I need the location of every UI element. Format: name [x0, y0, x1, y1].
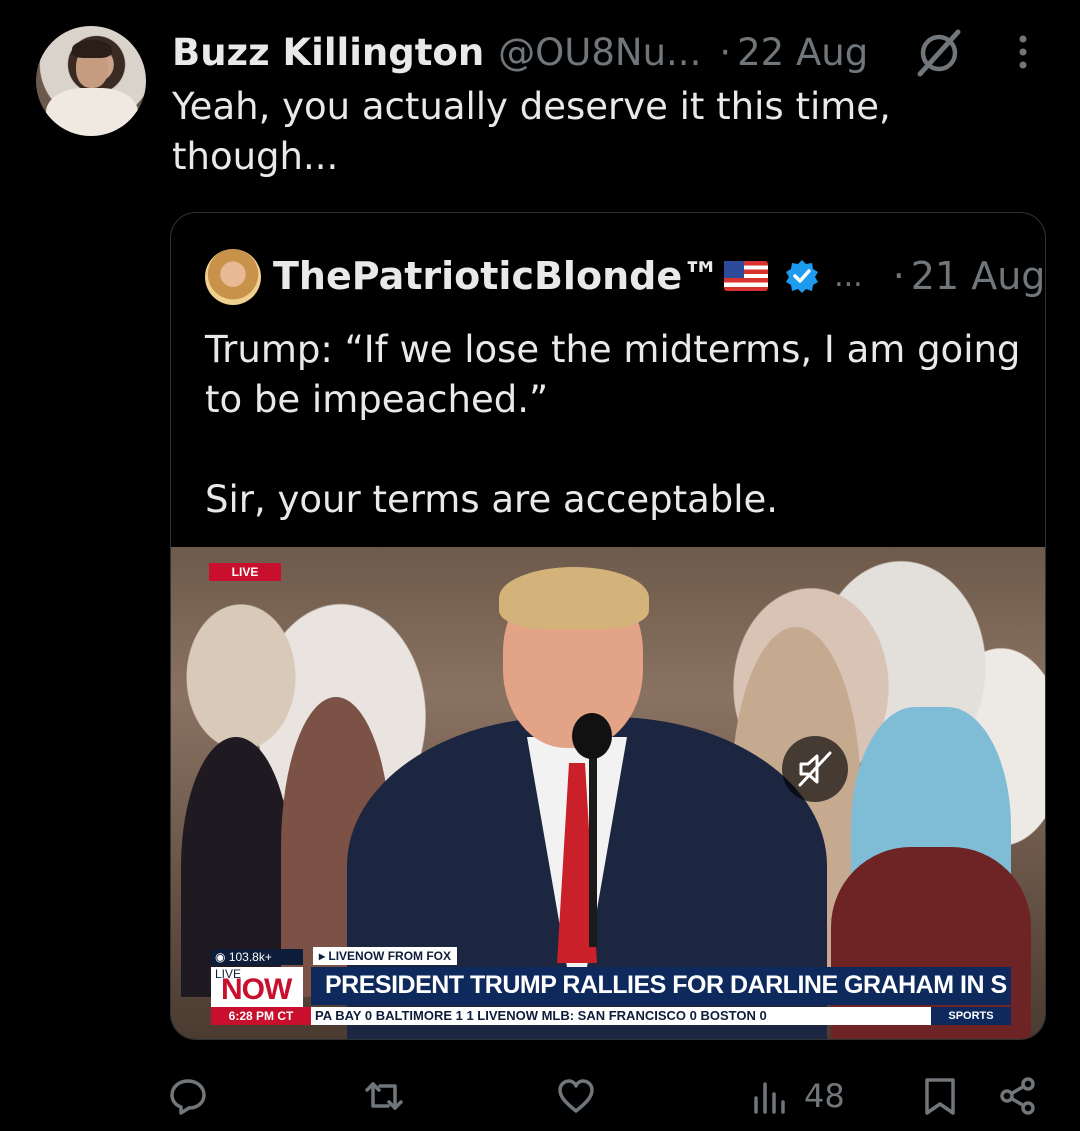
avatar-shirt — [46, 88, 138, 136]
quoted-name-ellipsis: ... — [834, 258, 863, 294]
speaker-hair — [499, 567, 649, 629]
quoted-tweet-header: ThePatrioticBlonde™ ... · 21 Aug — [273, 251, 1045, 301]
quoted-video[interactable]: LIVE ◉ 103.8k+ ▸ LIVENOW FROM FOX LIVE N… — [171, 547, 1045, 1039]
share-button[interactable] — [998, 1066, 1038, 1126]
us-flag-icon — [724, 261, 769, 291]
tweet-action-bar: 48 — [0, 1066, 1080, 1126]
reply-button[interactable] — [168, 1066, 222, 1126]
headline-bar: PRESIDENT TRUMP RALLIES FOR DARLINE GRAH… — [311, 967, 1011, 1005]
muted-speaker-icon — [798, 751, 832, 787]
retweet-icon — [365, 1082, 403, 1110]
viewer-count: ◉ 103.8k+ — [211, 949, 303, 965]
quoted-author-avatar[interactable] — [205, 249, 261, 305]
tweet-date[interactable]: 22 Aug — [737, 31, 868, 74]
microphone-icon — [572, 713, 612, 759]
broadcast-time: 6:28 PM CT — [211, 1007, 311, 1025]
analytics-icon — [754, 1082, 785, 1114]
share-icon — [1000, 1077, 1035, 1115]
sports-label: SPORTS — [931, 1007, 1011, 1025]
livenow-logo: LIVE NOW — [211, 967, 303, 1007]
news-headline: PRESIDENT TRUMP RALLIES FOR DARLINE GRAH… — [325, 971, 1007, 999]
reply-icon — [170, 1079, 206, 1115]
quoted-tweet-date[interactable]: 21 Aug — [911, 254, 1045, 298]
bookmark-button[interactable] — [920, 1066, 960, 1126]
quoted-author-name[interactable]: ThePatrioticBlonde™ — [273, 254, 720, 298]
separator-dot: · — [892, 254, 905, 298]
source-label-text: LIVENOW FROM FOX — [328, 949, 452, 963]
verified-badge-icon — [786, 260, 819, 293]
views-button[interactable]: 48 — [750, 1066, 845, 1126]
views-count: 48 — [804, 1077, 845, 1115]
heart-icon — [558, 1079, 594, 1113]
bookmark-icon — [925, 1078, 955, 1115]
more-options-icon[interactable] — [1010, 33, 1036, 73]
score-ticker: PA BAY 0 BALTIMORE 1 1 LIVENOW MLB: SAN … — [311, 1007, 1011, 1025]
viewer-count-value: 103.8k+ — [228, 950, 272, 964]
quoted-tweet-card[interactable]: ThePatrioticBlonde™ ... · 21 Aug Trump: … — [170, 212, 1046, 1040]
author-name[interactable]: Buzz Killington — [172, 31, 484, 74]
source-label: ▸ LIVENOW FROM FOX — [313, 947, 458, 965]
live-tag: LIVE — [209, 563, 281, 581]
grok-icon[interactable] — [912, 28, 966, 78]
author-handle[interactable]: @OU8Nu... — [498, 31, 701, 74]
retweet-button[interactable] — [364, 1066, 418, 1126]
separator-dot: · — [719, 30, 732, 74]
mute-button[interactable] — [782, 736, 848, 802]
news-lower-third: ◉ 103.8k+ ▸ LIVENOW FROM FOX LIVE NOW PR… — [171, 945, 1045, 1039]
livenow-logo-now: NOW — [221, 973, 292, 1006]
author-avatar[interactable] — [36, 26, 146, 136]
quoted-tweet-text: Trump: “If we lose the midterms, I am go… — [205, 328, 1021, 521]
like-button[interactable] — [556, 1066, 610, 1126]
tweet-header: Buzz Killington @OU8Nu... · 22 Aug — [172, 28, 868, 76]
tweet-text: Yeah, you actually deserve it this time,… — [172, 85, 891, 178]
avatar-hair — [72, 40, 112, 58]
